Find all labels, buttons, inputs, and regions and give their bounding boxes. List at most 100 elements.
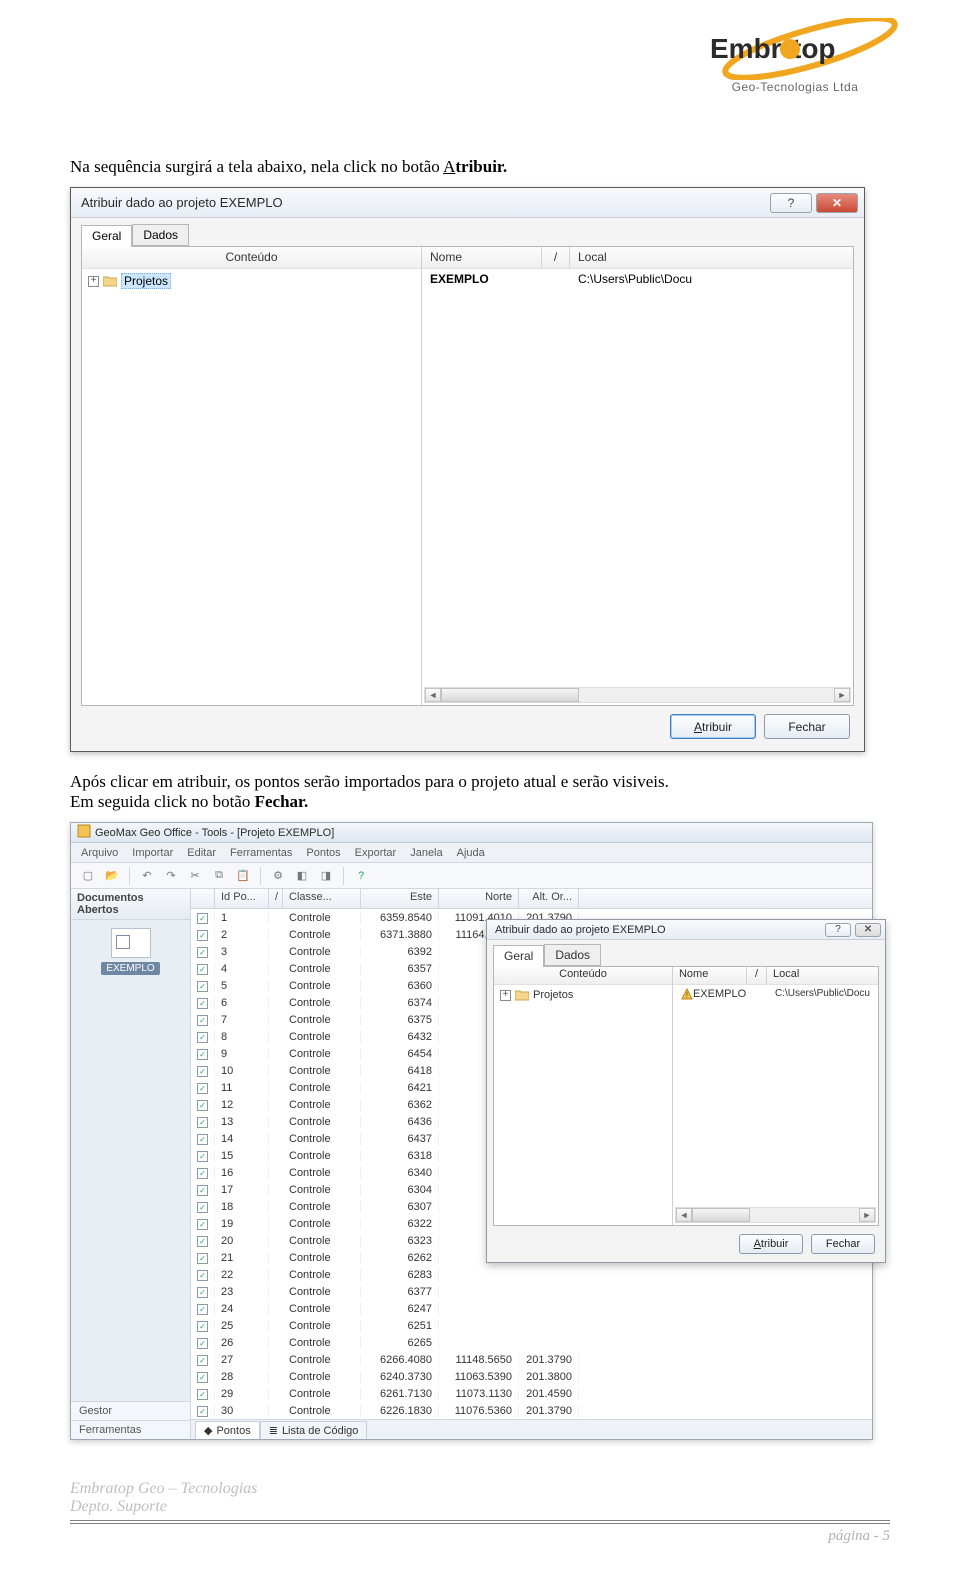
cut-icon[interactable]: ✂ bbox=[186, 867, 204, 885]
col-sep[interactable]: / bbox=[542, 247, 570, 268]
col-local[interactable]: Local bbox=[767, 967, 878, 984]
scroll-left-icon[interactable]: ◄ bbox=[676, 1208, 692, 1222]
table-row[interactable]: ✓27Controle6266.408011148.5650201.3790 bbox=[191, 1351, 872, 1368]
col-check[interactable] bbox=[191, 889, 215, 908]
row-checkbox[interactable]: ✓ bbox=[197, 1270, 208, 1281]
row-checkbox[interactable]: ✓ bbox=[197, 1406, 208, 1417]
horizontal-scrollbar[interactable]: ◄ ► bbox=[424, 687, 851, 703]
dialog-titlebar[interactable]: Atribuir dado ao projeto EXEMPLO ? ✕ bbox=[487, 920, 885, 940]
row-checkbox[interactable]: ✓ bbox=[197, 1117, 208, 1128]
horizontal-scrollbar[interactable]: ◄ ► bbox=[675, 1207, 876, 1223]
col-sep[interactable]: / bbox=[747, 967, 767, 984]
row-checkbox[interactable]: ✓ bbox=[197, 1253, 208, 1264]
tab-dados[interactable]: Dados bbox=[544, 944, 601, 966]
row-checkbox[interactable]: ✓ bbox=[197, 1304, 208, 1315]
row-checkbox[interactable]: ✓ bbox=[197, 964, 208, 975]
left-tab-ferramentas[interactable]: Ferramentas bbox=[71, 1420, 190, 1439]
help-button[interactable]: ? bbox=[825, 923, 851, 937]
col-nome[interactable]: Nome bbox=[673, 967, 747, 984]
project-thumbnail-icon[interactable] bbox=[111, 928, 151, 958]
list-row[interactable]: EXEMPLO C:\Users\Public\Docu bbox=[422, 269, 853, 289]
tool2-icon[interactable]: ◧ bbox=[293, 867, 311, 885]
table-row[interactable]: ✓25Controle6251 bbox=[191, 1317, 872, 1334]
row-checkbox[interactable]: ✓ bbox=[197, 913, 208, 924]
row-checkbox[interactable]: ✓ bbox=[197, 1066, 208, 1077]
row-checkbox[interactable]: ✓ bbox=[197, 1338, 208, 1349]
project-thumbnail-label[interactable]: EXEMPLO bbox=[101, 962, 159, 975]
left-header-conteudo[interactable]: Conteúdo bbox=[82, 247, 421, 268]
row-checkbox[interactable]: ✓ bbox=[197, 930, 208, 941]
menu-item[interactable]: Arquivo bbox=[81, 847, 118, 859]
menu-item[interactable]: Importar bbox=[132, 847, 173, 859]
table-row[interactable]: ✓28Controle6240.373011063.5390201.3800 bbox=[191, 1368, 872, 1385]
new-icon[interactable]: ▢ bbox=[79, 867, 97, 885]
col-id[interactable]: Id Po... bbox=[215, 889, 269, 908]
row-checkbox[interactable]: ✓ bbox=[197, 1032, 208, 1043]
tool3-icon[interactable]: ◨ bbox=[317, 867, 335, 885]
row-checkbox[interactable]: ✓ bbox=[197, 1202, 208, 1213]
table-row[interactable]: ✓24Controle6247 bbox=[191, 1300, 872, 1317]
tab-geral[interactable]: Geral bbox=[81, 225, 132, 247]
col-nome[interactable]: Nome bbox=[422, 247, 542, 268]
close-button[interactable]: ✕ bbox=[816, 193, 858, 213]
row-checkbox[interactable]: ✓ bbox=[197, 1219, 208, 1230]
col-local[interactable]: Local bbox=[570, 247, 853, 268]
col-alt[interactable]: Alt. Or... bbox=[519, 889, 579, 908]
col-classe[interactable]: Classe... bbox=[283, 889, 361, 908]
col-sep[interactable]: / bbox=[269, 889, 283, 908]
open-icon[interactable]: 📂 bbox=[103, 867, 121, 885]
table-row[interactable]: ✓29Controle6261.713011073.1130201.4590 bbox=[191, 1385, 872, 1402]
close-button[interactable]: ✕ bbox=[855, 923, 881, 937]
row-checkbox[interactable]: ✓ bbox=[197, 1287, 208, 1298]
tab-geral[interactable]: Geral bbox=[493, 945, 544, 967]
table-row[interactable]: ✓23Controle6377 bbox=[191, 1283, 872, 1300]
tool-icon[interactable]: ⚙ bbox=[269, 867, 287, 885]
scroll-thumb[interactable] bbox=[441, 688, 579, 702]
expand-icon[interactable]: + bbox=[88, 276, 99, 287]
atribuir-button[interactable]: Atribuir bbox=[739, 1234, 803, 1254]
tree-root-row[interactable]: + Projetos bbox=[500, 989, 666, 1001]
help-icon[interactable]: ? bbox=[352, 867, 370, 885]
help-button[interactable]: ? bbox=[770, 193, 812, 213]
col-este[interactable]: Este bbox=[361, 889, 439, 908]
row-checkbox[interactable]: ✓ bbox=[197, 998, 208, 1009]
scroll-thumb[interactable] bbox=[692, 1208, 750, 1222]
row-checkbox[interactable]: ✓ bbox=[197, 1321, 208, 1332]
app-titlebar[interactable]: GeoMax Geo Office - Tools - [Projeto EXE… bbox=[71, 823, 872, 843]
undo-icon[interactable]: ↶ bbox=[138, 867, 156, 885]
left-header-conteudo[interactable]: Conteúdo bbox=[494, 967, 672, 984]
menu-item[interactable]: Ajuda bbox=[457, 847, 485, 859]
row-checkbox[interactable]: ✓ bbox=[197, 1083, 208, 1094]
row-checkbox[interactable]: ✓ bbox=[197, 1151, 208, 1162]
tree-root-row[interactable]: + Projetos bbox=[88, 273, 415, 289]
col-norte[interactable]: Norte bbox=[439, 889, 519, 908]
menu-item[interactable]: Editar bbox=[187, 847, 216, 859]
menu-item[interactable]: Janela bbox=[410, 847, 442, 859]
row-checkbox[interactable]: ✓ bbox=[197, 1355, 208, 1366]
menu-item[interactable]: Exportar bbox=[355, 847, 397, 859]
list-row[interactable]: ! EXEMPLO C:\Users\Public\Docu bbox=[673, 985, 878, 1003]
row-checkbox[interactable]: ✓ bbox=[197, 1372, 208, 1383]
tab-dados[interactable]: Dados bbox=[132, 224, 189, 246]
bottom-tab-pontos[interactable]: ◆Pontos bbox=[195, 1421, 260, 1439]
dialog-titlebar[interactable]: Atribuir dado ao projeto EXEMPLO ? ✕ bbox=[71, 188, 864, 218]
redo-icon[interactable]: ↷ bbox=[162, 867, 180, 885]
row-checkbox[interactable]: ✓ bbox=[197, 1134, 208, 1145]
fechar-button[interactable]: Fechar bbox=[811, 1234, 875, 1254]
scroll-right-icon[interactable]: ► bbox=[834, 688, 850, 702]
menu-item[interactable]: Ferramentas bbox=[230, 847, 292, 859]
row-checkbox[interactable]: ✓ bbox=[197, 1185, 208, 1196]
row-checkbox[interactable]: ✓ bbox=[197, 1049, 208, 1060]
row-checkbox[interactable]: ✓ bbox=[197, 1389, 208, 1400]
left-tab-gestor[interactable]: Gestor bbox=[71, 1401, 190, 1420]
table-row[interactable]: ✓22Controle6283 bbox=[191, 1266, 872, 1283]
row-checkbox[interactable]: ✓ bbox=[197, 1100, 208, 1111]
scroll-left-icon[interactable]: ◄ bbox=[425, 688, 441, 702]
menu-item[interactable]: Pontos bbox=[306, 847, 340, 859]
row-checkbox[interactable]: ✓ bbox=[197, 981, 208, 992]
paste-icon[interactable]: 📋 bbox=[234, 867, 252, 885]
copy-icon[interactable]: ⧉ bbox=[210, 867, 228, 885]
row-checkbox[interactable]: ✓ bbox=[197, 947, 208, 958]
row-checkbox[interactable]: ✓ bbox=[197, 1168, 208, 1179]
expand-icon[interactable]: + bbox=[500, 990, 511, 1001]
